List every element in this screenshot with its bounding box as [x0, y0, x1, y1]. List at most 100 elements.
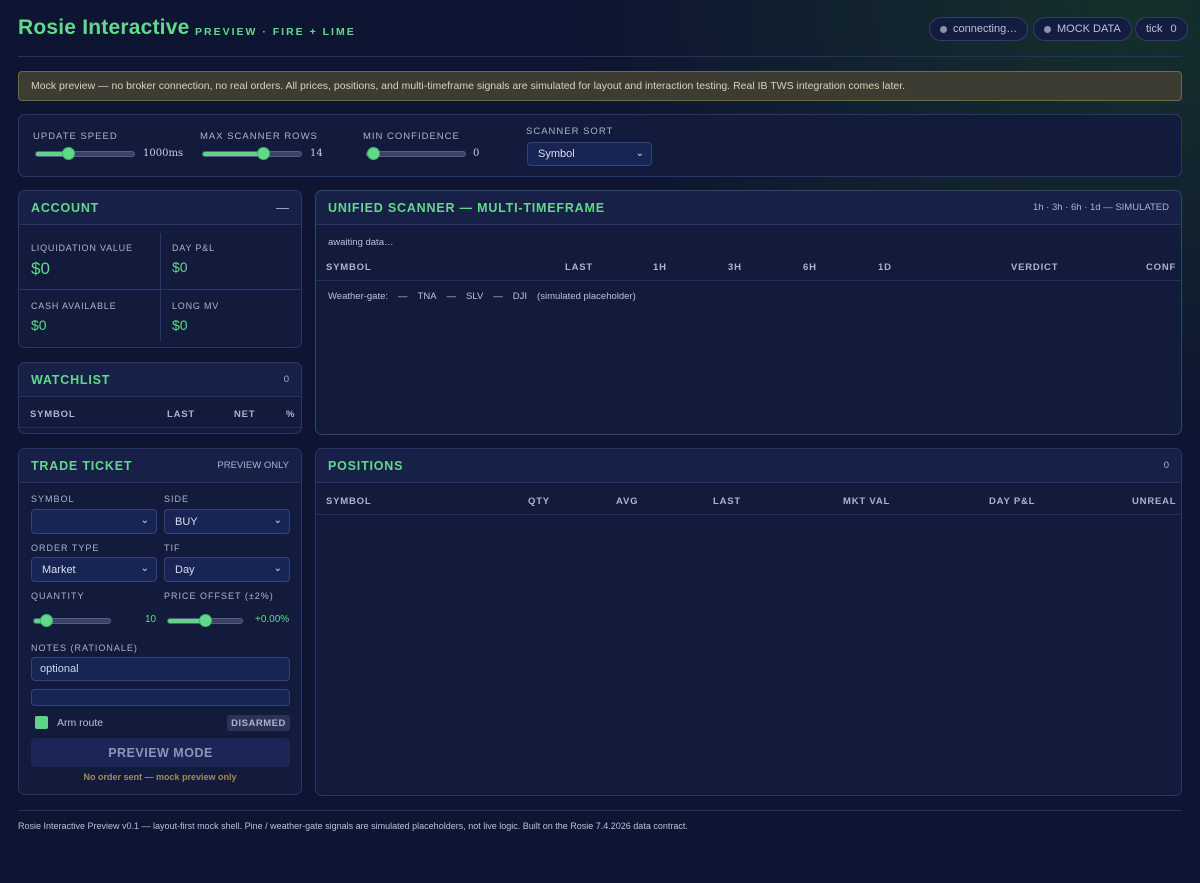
- scanner-col-symbol[interactable]: SYMBOL: [326, 262, 371, 273]
- positions-col-last[interactable]: LAST: [713, 496, 741, 507]
- scanner-status: awaiting data…: [328, 237, 394, 248]
- scanner-sort-value: Symbol: [538, 148, 575, 160]
- account-title: ACCOUNT: [31, 200, 100, 215]
- positions-header-rule: [316, 514, 1181, 515]
- positions-count: 0: [1163, 460, 1169, 471]
- tif-select[interactable]: Day ⌄: [164, 557, 290, 582]
- status-dot-icon: [940, 25, 947, 33]
- header: Rosie Interactive PREVIEW · FIRE + LIME …: [18, 0, 1188, 57]
- weather-gate-tna: TNA: [417, 291, 437, 302]
- order-type-value: Market: [42, 563, 76, 576]
- scanner-col-6h[interactable]: 6H: [803, 262, 817, 273]
- liquidation-value-cell: LIQUIDATION VALUE $0: [19, 229, 160, 286]
- side-select[interactable]: BUY ⌄: [164, 509, 290, 534]
- order-type-label: ORDER TYPE: [31, 543, 100, 553]
- scanner-col-verdict[interactable]: VERDICT: [1011, 262, 1058, 273]
- scanner-sort-select[interactable]: Symbol ⌄: [527, 142, 652, 166]
- price-offset-label: PRICE OFFSET (±2%): [164, 591, 274, 601]
- side-label: SIDE: [164, 494, 190, 504]
- day-pnl-cell: DAY P&L $0: [160, 229, 301, 286]
- scanner-col-1d[interactable]: 1D: [878, 262, 892, 273]
- account-panel: ACCOUNT — LIQUIDATION VALUE $0 DAY P&L $…: [18, 190, 302, 348]
- positions-col-unreal[interactable]: UNREAL: [1132, 496, 1176, 507]
- day-pnl-label: DAY P&L: [172, 243, 215, 253]
- arm-route-checkbox[interactable]: [35, 716, 48, 729]
- watchlist-col-net[interactable]: NET: [234, 409, 255, 420]
- positions-col-qty[interactable]: QTY: [528, 496, 550, 507]
- chevron-down-icon: ⌄: [140, 563, 149, 574]
- scanner-col-3h[interactable]: 3H: [728, 262, 742, 273]
- positions-col-day-pnl[interactable]: DAY P&L: [989, 496, 1035, 507]
- tick-counter: tick 0: [1135, 17, 1188, 41]
- weather-gate-slv: SLV: [466, 291, 484, 302]
- armed-status-badge: DISARMED: [227, 715, 290, 731]
- mock-data-text: MOCK DATA: [1057, 23, 1121, 35]
- app-root: Rosie Interactive PREVIEW · FIRE + LIME …: [18, 0, 1188, 883]
- positions-col-mkt-val[interactable]: MKT VAL: [843, 496, 890, 507]
- preview-mode-button[interactable]: PREVIEW MODE: [31, 738, 290, 767]
- weather-gate-dji: DJI: [512, 291, 528, 302]
- positions-col-symbol[interactable]: SYMBOL: [326, 496, 371, 507]
- connection-status-text: connecting…: [953, 23, 1018, 35]
- update-speed-value: 1000ms: [143, 148, 184, 159]
- account-header: ACCOUNT —: [19, 191, 301, 225]
- trade-ticket-panel: TRADE TICKET PREVIEW ONLY SYMBOL ⌄ SIDE …: [18, 448, 302, 795]
- watchlist-col-symbol[interactable]: SYMBOL: [30, 409, 75, 420]
- watchlist-col-last[interactable]: LAST: [167, 409, 195, 420]
- weather-gate-sep-1: —: [398, 291, 408, 302]
- collapse-button[interactable]: —: [276, 200, 289, 215]
- update-speed-slider[interactable]: [35, 147, 135, 160]
- scanner-title: UNIFIED SCANNER — MULTI-TIMEFRAME: [328, 200, 605, 215]
- scanner-panel: UNIFIED SCANNER — MULTI-TIMEFRAME 1h · 3…: [315, 190, 1182, 435]
- max-rows-fill: [203, 152, 264, 156]
- watchlist-header: WATCHLIST 0: [19, 363, 301, 397]
- quantity-value: 10: [145, 614, 157, 625]
- notes-extra-input[interactable]: [31, 689, 290, 706]
- update-speed-knob[interactable]: [62, 147, 75, 160]
- trade-ticket-header: TRADE TICKET PREVIEW ONLY: [19, 449, 301, 483]
- weather-gate-row: Weather-gate: — TNA — SLV — DJI (simulat…: [328, 291, 636, 302]
- symbol-label: SYMBOL: [31, 494, 75, 504]
- weather-gate-note: (simulated placeholder): [537, 291, 636, 302]
- chevron-down-icon: ⌄: [140, 515, 149, 526]
- min-confidence-slider[interactable]: [366, 147, 466, 160]
- quantity-knob[interactable]: [40, 614, 53, 627]
- scanner-sort-label: SCANNER SORT: [526, 126, 614, 137]
- footer-rule: [18, 810, 1182, 811]
- mock-data-badge: MOCK DATA: [1033, 17, 1132, 41]
- quantity-label: QUANTITY: [31, 591, 85, 601]
- watchlist-header-rule: [19, 427, 301, 428]
- watchlist-count: 0: [283, 374, 289, 385]
- controls-panel: UPDATE SPEED 1000ms MAX SCANNER ROWS 14 …: [18, 114, 1182, 177]
- footer-text: Rosie Interactive Preview v0.1 — layout-…: [18, 821, 688, 831]
- min-confidence-knob[interactable]: [367, 147, 380, 160]
- positions-header: POSITIONS 0: [316, 449, 1181, 483]
- symbol-select[interactable]: ⌄: [31, 509, 157, 534]
- chevron-down-icon: ⌄: [273, 563, 282, 574]
- notes-placeholder: optional: [40, 663, 79, 675]
- mock-preview-banner: Mock preview — no broker connection, no …: [18, 71, 1182, 101]
- arm-route-label: Arm route: [57, 717, 104, 729]
- watchlist-col-pct[interactable]: %: [286, 409, 295, 420]
- weather-gate-sep-3: —: [493, 291, 503, 302]
- max-rows-knob[interactable]: [257, 147, 270, 160]
- cash-available-value: $0: [31, 317, 47, 333]
- trade-ticket-title: TRADE TICKET: [31, 458, 133, 473]
- scanner-col-1h[interactable]: 1H: [653, 262, 667, 273]
- cash-available-label: CASH AVAILABLE: [31, 301, 117, 311]
- positions-title: POSITIONS: [328, 458, 404, 473]
- notes-input[interactable]: optional: [31, 657, 290, 681]
- scanner-col-last[interactable]: LAST: [565, 262, 593, 273]
- max-rows-value: 14: [310, 148, 323, 159]
- quantity-slider[interactable]: [33, 614, 111, 627]
- order-type-select[interactable]: Market ⌄: [31, 557, 157, 582]
- positions-col-avg[interactable]: AVG: [616, 496, 638, 507]
- price-offset-knob[interactable]: [199, 614, 212, 627]
- price-offset-slider[interactable]: [167, 614, 243, 627]
- watchlist-title: WATCHLIST: [31, 372, 111, 387]
- connection-status-pill: connecting…: [929, 17, 1029, 41]
- chevron-down-icon: ⌄: [273, 515, 282, 526]
- max-rows-slider[interactable]: [202, 147, 302, 160]
- price-offset-value: +0.00%: [255, 614, 290, 625]
- scanner-col-conf[interactable]: CONF: [1146, 262, 1176, 273]
